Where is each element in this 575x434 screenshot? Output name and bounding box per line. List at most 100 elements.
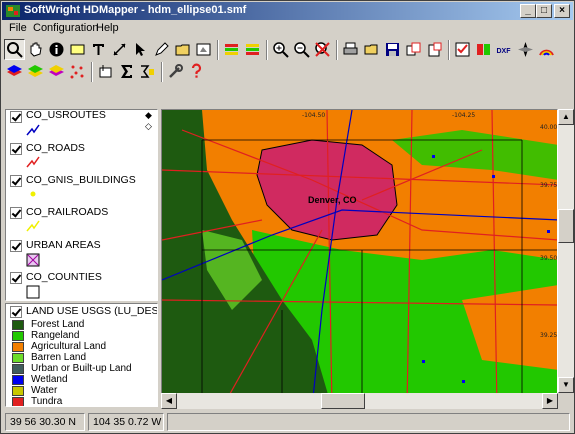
- layer-checkbox[interactable]: [10, 143, 22, 155]
- yellow-dot-symbol-icon: [30, 191, 36, 197]
- layer-name: URBAN AREAS: [26, 239, 101, 251]
- legend-row: Wetland: [12, 374, 157, 385]
- tools-button[interactable]: [165, 61, 186, 82]
- layers-a-button[interactable]: [221, 39, 242, 60]
- paste-button[interactable]: [424, 39, 445, 60]
- scroll-up-button[interactable]: ▲: [558, 109, 574, 125]
- info-tool-button[interactable]: [46, 39, 67, 60]
- folder-map-icon: [175, 44, 190, 56]
- legend-row: Barren Land: [12, 352, 157, 363]
- zoom-in-button[interactable]: [270, 39, 291, 60]
- scroll-left-button[interactable]: ◀: [161, 393, 177, 409]
- zoom-fit-button[interactable]: [312, 39, 333, 60]
- points-button[interactable]: [67, 61, 88, 82]
- export-button[interactable]: [473, 39, 494, 60]
- measure-tool-button[interactable]: [109, 39, 130, 60]
- landuse-legend: LAND USE USGS (LU_DESC) Forest Land Range…: [5, 303, 158, 407]
- menu-configuration[interactable]: Configuration: [33, 22, 98, 34]
- magenta-hatch-symbol-icon: [26, 253, 40, 267]
- compass-icon: [518, 42, 533, 57]
- area-tool-button[interactable]: [172, 39, 193, 60]
- wetland-speck: [547, 230, 550, 233]
- scroll-down-diamond-icon[interactable]: ◇: [145, 121, 152, 132]
- layer-checkbox[interactable]: [10, 207, 22, 219]
- layer-name: CO_GNIS_BUILDINGS: [26, 174, 136, 186]
- layer-checkbox[interactable]: [10, 175, 22, 187]
- zoom-cancel-icon: [315, 42, 330, 57]
- open-button[interactable]: [361, 39, 382, 60]
- zoom-tool-button[interactable]: [4, 39, 25, 60]
- blue-line-symbol-icon: [26, 124, 40, 136]
- zoom-in-icon: [273, 42, 289, 58]
- horizontal-scrollbar[interactable]: ◀ ▶: [161, 393, 558, 409]
- legend-swatch: [12, 320, 24, 330]
- checklist-button[interactable]: [452, 39, 473, 60]
- cursor-arrow-icon: [136, 43, 145, 56]
- layers-add-button[interactable]: [4, 61, 25, 82]
- pan-tool-button[interactable]: [25, 39, 46, 60]
- menu-help[interactable]: Help: [96, 22, 119, 34]
- wrench-icon: [169, 64, 183, 78]
- map-view[interactable]: Denver, CO -104.50 -104.25 39.50 39.75 4…: [161, 109, 558, 407]
- label-icon: [70, 44, 85, 55]
- sum-button[interactable]: [116, 61, 137, 82]
- scroll-right-button[interactable]: ▶: [542, 393, 558, 409]
- landuse-layer-checkbox[interactable]: [10, 306, 22, 318]
- sigma-button[interactable]: [137, 61, 158, 82]
- text-tool-button[interactable]: [88, 39, 109, 60]
- export-icon: [477, 44, 490, 55]
- vertical-scroll-thumb[interactable]: [558, 209, 574, 243]
- print-button[interactable]: [340, 39, 361, 60]
- select-tool-button[interactable]: [130, 39, 151, 60]
- close-button[interactable]: ×: [554, 4, 570, 18]
- pencil-tool-button[interactable]: [151, 39, 172, 60]
- status-bar: 39 56 30.30 N 104 35 0.72 W: [2, 411, 573, 433]
- compass-button[interactable]: [515, 39, 536, 60]
- yellow-line-symbol-icon: [26, 220, 40, 232]
- dxf-button[interactable]: DXF: [494, 39, 515, 60]
- app-icon: [6, 5, 20, 17]
- layers-icon: [225, 44, 238, 55]
- legend-row: Urban or Built-up Land: [12, 363, 157, 374]
- rainbow-button[interactable]: [536, 39, 557, 60]
- menu-file[interactable]: File: [9, 22, 27, 34]
- rainbow-icon: [539, 49, 554, 56]
- maximize-button[interactable]: □: [536, 4, 552, 18]
- grid-label: 39.50: [540, 255, 558, 262]
- legend-label: Wetland: [31, 374, 68, 385]
- layer-checkbox[interactable]: [10, 240, 22, 252]
- copy-icon: [406, 42, 421, 56]
- scroll-up-diamond-icon[interactable]: ◆: [145, 110, 152, 121]
- map-canvas[interactable]: [162, 110, 558, 407]
- horizontal-scroll-thumb[interactable]: [321, 393, 365, 409]
- frame-tool-button[interactable]: [193, 39, 214, 60]
- minimize-button[interactable]: _: [520, 4, 536, 18]
- save-button[interactable]: [382, 39, 403, 60]
- menu-bar: File Configuration Help: [2, 20, 573, 37]
- layer-checkbox[interactable]: [10, 272, 22, 284]
- toolbar-row-2: [4, 60, 572, 84]
- layers-select-button[interactable]: [46, 61, 67, 82]
- label-tool-button[interactable]: [67, 39, 88, 60]
- vertical-scrollbar[interactable]: ▲ ▼: [558, 109, 574, 393]
- help-button[interactable]: [186, 61, 207, 82]
- frame-add-button[interactable]: [95, 61, 116, 82]
- layers-b-button[interactable]: [242, 39, 263, 60]
- city-label: Denver, CO: [308, 195, 357, 205]
- window-title: SoftWright HDMapper - hdm_ellipse01.smf: [24, 4, 247, 16]
- title-bar: SoftWright HDMapper - hdm_ellipse01.smf …: [2, 2, 573, 20]
- scroll-down-button[interactable]: ▼: [558, 377, 574, 393]
- copy-button[interactable]: [403, 39, 424, 60]
- layers-edit-button[interactable]: [25, 61, 46, 82]
- layers-select-icon: [49, 65, 64, 76]
- toolbar-separator: [91, 62, 93, 82]
- hand-icon: [30, 42, 42, 57]
- red-line-symbol-icon: [26, 156, 40, 168]
- legend-label: Water: [31, 385, 58, 396]
- layer-list: CO_USROUTES ◆ ◇ CO_ROADS CO_GNIS_BUILDIN…: [5, 109, 158, 301]
- layer-checkbox[interactable]: [10, 111, 22, 123]
- toolbar-separator: [217, 40, 219, 60]
- legend-row: Agricultural Land: [12, 341, 157, 352]
- zoom-out-button[interactable]: [291, 39, 312, 60]
- landuse-layer-name: LAND USE USGS (LU_DESC): [26, 305, 158, 317]
